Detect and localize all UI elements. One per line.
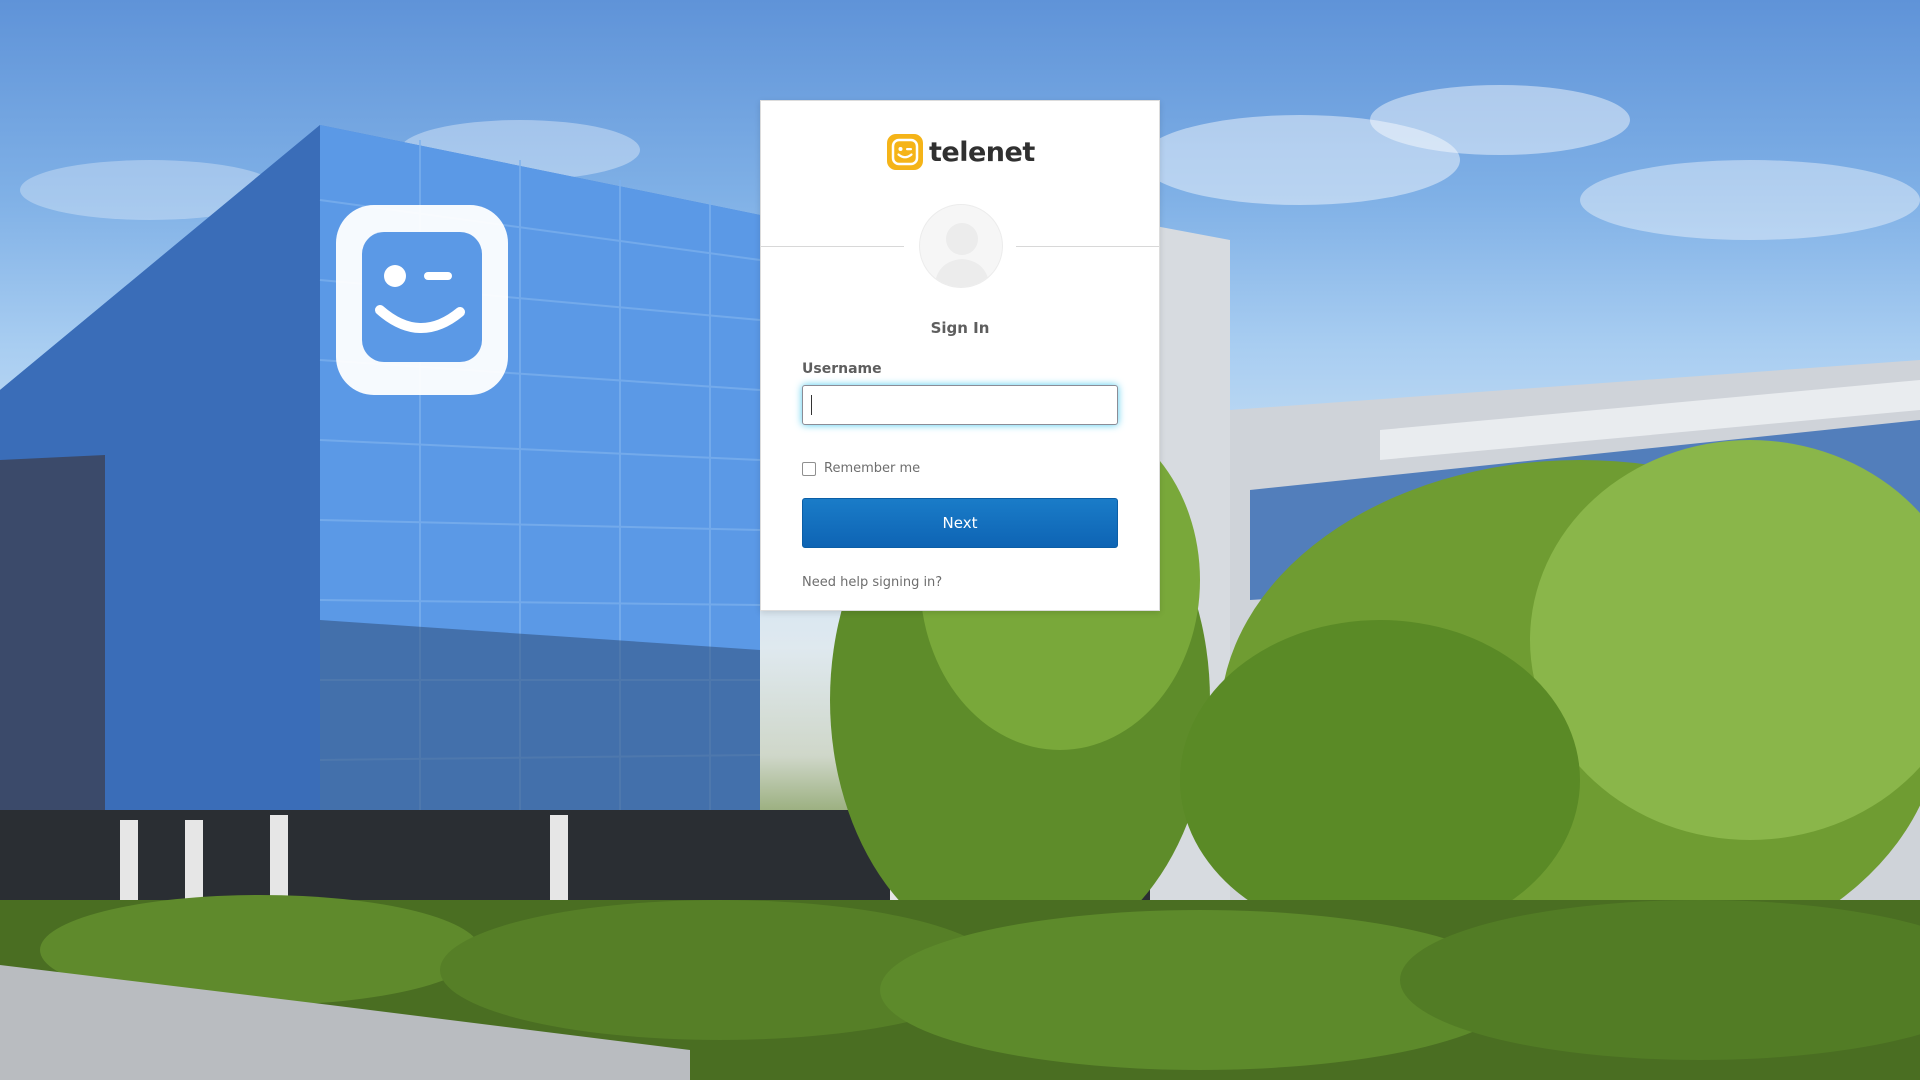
user-silhouette-icon [934,223,990,287]
remember-me-row[interactable]: Remember me [802,461,920,476]
username-label: Username [802,361,882,377]
text-cursor [811,395,812,415]
divider-left [761,246,904,247]
login-card: telenet Sign In Username Remember me Nex… [760,100,1160,611]
divider-right [1016,246,1159,247]
username-input[interactable] [802,385,1118,425]
remember-me-checkbox[interactable] [802,461,816,476]
telenet-logo: telenet [887,133,1035,171]
remember-me-label[interactable]: Remember me [824,461,920,476]
avatar [919,204,1003,288]
help-signing-in-link[interactable]: Need help signing in? [802,575,942,590]
brand-name: telenet [929,136,1035,168]
smiley-icon [887,134,923,170]
sign-in-heading: Sign In [930,319,990,337]
next-button[interactable]: Next [802,498,1118,548]
